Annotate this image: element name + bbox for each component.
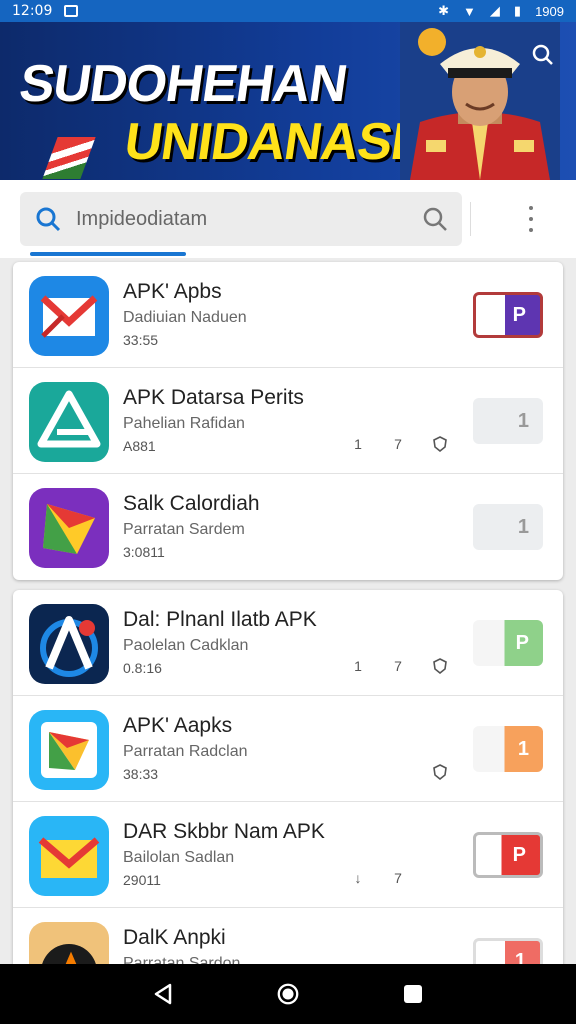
status-bar: 12:09 ✱ ▼ ◢ ▮ 1909	[0, 0, 576, 22]
app-title: DalK Anpki	[123, 926, 226, 949]
wifi-icon: ▼	[463, 3, 476, 19]
tab-indicator	[30, 252, 186, 256]
app-subtitle: Parratan Sardem	[123, 521, 245, 538]
back-icon[interactable]	[151, 982, 175, 1006]
stat-value: ↓	[354, 870, 362, 886]
app-subtitle: Bailolan Sadlan	[123, 849, 235, 866]
search-bar-row: Impideodiatam	[0, 180, 576, 258]
list-item[interactable]: APK Datarsa Perits Pahelian Rafidan A881 1 7…	[13, 368, 563, 474]
list-item[interactable]: Dal: Plnanl Ilatb APK Paolelan Cadklan 0.8…	[13, 590, 563, 696]
app-title: APK' Aapks	[123, 714, 233, 737]
app-icon-drive-teal[interactable]	[29, 382, 109, 462]
list-item[interactable]: Salk Calordiah Parratan Sardem 3:0811 1	[13, 474, 563, 580]
app-subtitle: Parratan Radclan	[123, 743, 248, 760]
app-meta: 3:0811	[123, 544, 165, 560]
app-icon-play-blue[interactable]	[29, 710, 109, 790]
app-title: DAR Skbbr Nam APK	[123, 820, 325, 843]
shield-icon	[433, 436, 447, 452]
app-title: Dal: Plnanl Ilatb APK	[123, 608, 317, 631]
search-submit-icon[interactable]	[422, 206, 448, 232]
shield-icon	[433, 764, 447, 780]
app-subtitle: Dadiuian Naduen	[123, 309, 247, 326]
item-stats: ↓ 7	[353, 870, 403, 886]
app-meta: A881	[123, 438, 156, 454]
list-item[interactable]: APK' Apbs Dadiuian Naduen 33:55 P	[13, 262, 563, 368]
app-meta: 29011	[123, 872, 161, 888]
status-time: 12:09	[12, 3, 53, 19]
battery-text: 1909	[535, 3, 564, 19]
flag-decoration	[42, 137, 96, 179]
app-icon-play-purple[interactable]	[29, 488, 109, 568]
notification-icon	[64, 5, 79, 17]
search-input[interactable]: Impideodiatam	[20, 192, 462, 246]
app-card: APK' Apbs Dadiuian Naduen 33:55 P APK Datars…	[13, 262, 563, 580]
install-toggle[interactable]: P	[473, 620, 543, 666]
list-item[interactable]: DAR Skbbr Nam APK Bailolan Sadlan 29011 ↓ 7 P	[13, 802, 563, 908]
install-toggle[interactable]: 1	[473, 398, 543, 444]
search-icon	[36, 207, 61, 232]
install-toggle[interactable]: 1	[473, 726, 543, 772]
signal-icon: ◢	[489, 3, 500, 18]
banner-search-icon[interactable]	[532, 44, 554, 66]
app-icon-gmail-blue[interactable]	[29, 816, 109, 896]
app-subtitle: Paolelan Cadklan	[123, 637, 249, 654]
stat-value: 7	[394, 658, 402, 674]
divider	[470, 202, 471, 236]
app-meta: 0.8:16	[123, 660, 162, 676]
stat-value: 7	[394, 436, 402, 452]
navigation-bar	[0, 964, 576, 1024]
home-icon[interactable]	[276, 982, 300, 1006]
search-placeholder: Impideodiatam	[76, 207, 208, 230]
bluetooth-icon: ✱	[438, 3, 450, 18]
recents-icon[interactable]	[401, 982, 425, 1006]
promo-banner[interactable]: SUDOHEHAN UNIDANASI!	[0, 22, 576, 180]
shield-icon	[433, 658, 447, 674]
overflow-menu-icon[interactable]	[526, 206, 536, 232]
app-meta: 33:55	[123, 332, 159, 348]
app-subtitle: Pahelian Rafidan	[123, 415, 245, 432]
battery-icon: ▮	[513, 3, 522, 18]
install-toggle[interactable]: P	[473, 292, 543, 338]
app-card: Dal: Plnanl Ilatb APK Paolelan Cadklan 0.8…	[13, 590, 563, 1014]
banner-headline: SUDOHEHAN	[15, 55, 351, 113]
app-icon-gmail-red[interactable]	[29, 276, 109, 356]
stat-value: 1	[354, 658, 362, 674]
item-stats: 17	[353, 436, 403, 452]
install-toggle[interactable]: P	[473, 832, 543, 878]
app-title: APK Datarsa Perits	[123, 386, 304, 409]
app-title: Salk Calordiah	[123, 492, 260, 515]
install-toggle[interactable]: 1	[473, 504, 543, 550]
stat-value: 7	[394, 870, 402, 886]
item-stats: 17	[353, 658, 403, 674]
banner-subheadline: UNIDANASI!	[120, 113, 426, 171]
app-meta: 38:33	[123, 766, 159, 782]
list-item[interactable]: APK' Aapks Parratan Radclan 38:33 1	[13, 696, 563, 802]
app-title: APK' Apbs	[123, 280, 222, 303]
app-icon-maps-dark[interactable]	[29, 604, 109, 684]
stat-value: 1	[354, 436, 362, 452]
